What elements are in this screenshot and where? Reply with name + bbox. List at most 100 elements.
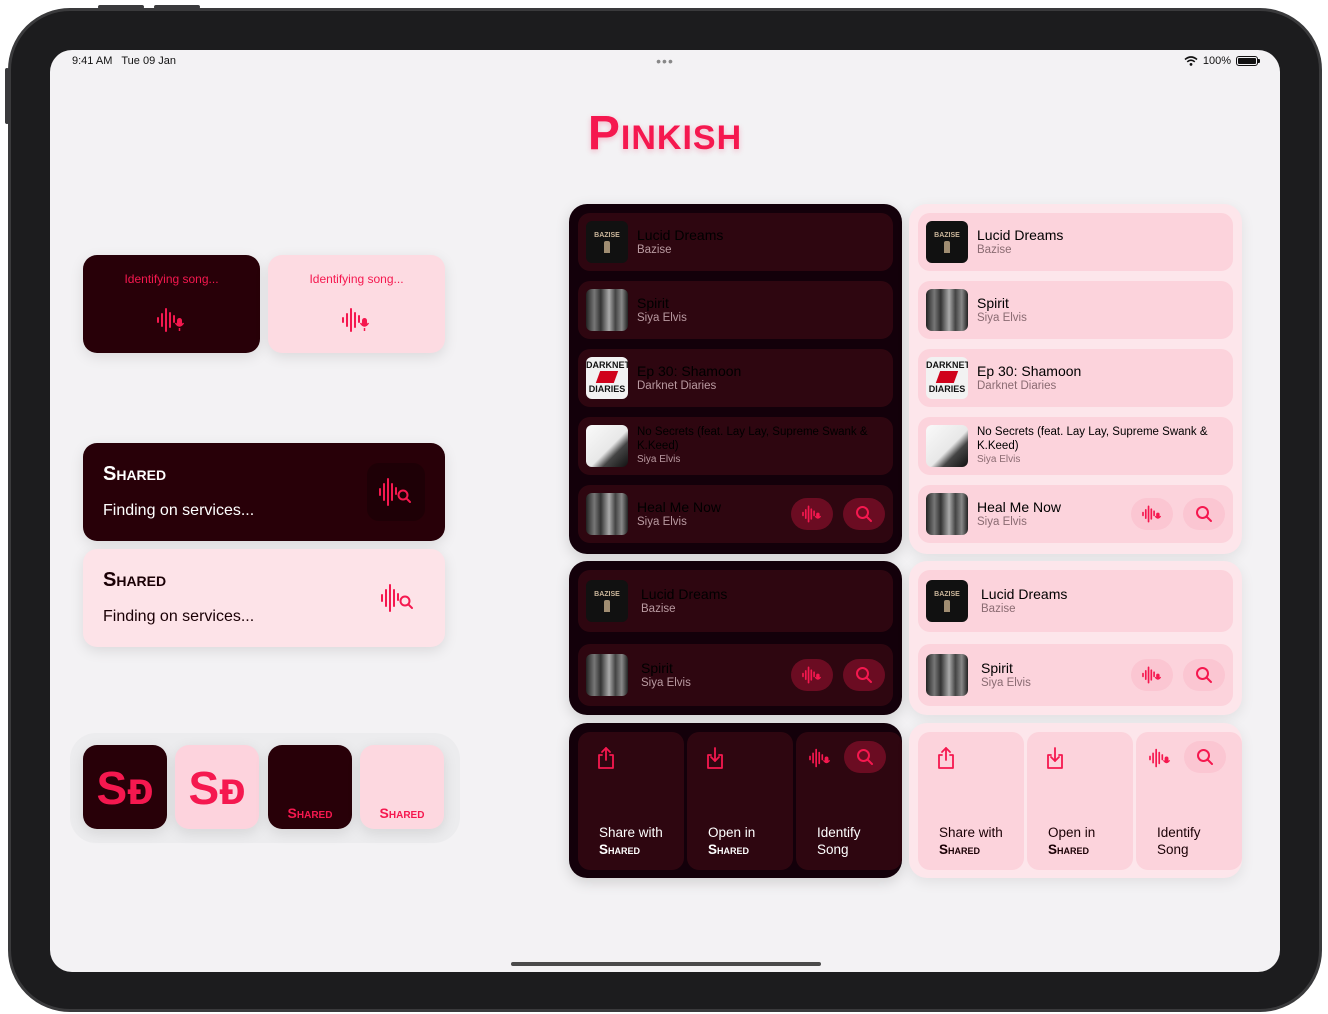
- open-in-shared-tile[interactable]: Open in Shared: [687, 732, 793, 870]
- song-row[interactable]: Spirit Siya Elvis: [578, 281, 893, 339]
- identifying-widget-light[interactable]: Identifying song...: [268, 255, 445, 353]
- album-art-spirit: [926, 654, 968, 696]
- song-row[interactable]: No Secrets (feat. Lay Lay, Supreme Swank…: [578, 417, 893, 475]
- monogram-text: Sᴆ: [188, 762, 246, 814]
- song-artist: Siya Elvis: [977, 312, 1027, 324]
- song-title: Heal Me Now: [977, 499, 1062, 515]
- song-artist: Bazise: [641, 603, 676, 615]
- search-button[interactable]: [1183, 659, 1225, 691]
- waveform-mic-icon: [802, 666, 822, 684]
- album-art-bazise: BAZISE: [586, 580, 628, 622]
- waveform-search-icon: [379, 478, 411, 506]
- recent-songs-medium-dark: BAZISE Lucid Dreams Bazise Spirit Siya E…: [569, 561, 902, 715]
- song-artist: Darknet Diaries: [977, 380, 1057, 392]
- song-row[interactable]: Heal Me Now Siya Elvis: [918, 485, 1233, 543]
- status-indicators: 100%: [1184, 55, 1260, 67]
- tile-label: Identify Song: [817, 825, 861, 857]
- search-icon: [1196, 667, 1212, 683]
- status-time: 9:41 AM: [72, 55, 113, 67]
- app-icon-wordmark-dark[interactable]: Shared: [268, 745, 352, 829]
- ipad-screen: 9:41 AM Tue 09 Jan ••• 100% Pinkish Iden…: [50, 50, 1280, 972]
- song-row[interactable]: BAZISE Lucid Dreams Bazise: [918, 570, 1233, 632]
- song-row[interactable]: No Secrets (feat. Lay Lay, Supreme Swank…: [918, 417, 1233, 475]
- open-in-icon: [707, 747, 723, 769]
- song-row[interactable]: DARKNET DIARIES Ep 30: Shamoon Darknet Di…: [578, 349, 893, 407]
- open-in-icon: [1047, 747, 1063, 769]
- song-artist: Siya Elvis: [637, 516, 687, 528]
- search-button[interactable]: [843, 498, 885, 530]
- song-artist: Siya Elvis: [977, 516, 1027, 528]
- tile-label: Open in Shared: [1048, 825, 1096, 857]
- waveform-mic-icon: [809, 748, 831, 768]
- song-title: Spirit: [637, 295, 669, 311]
- song-artist: Siya Elvis: [641, 677, 691, 689]
- album-art-spirit: [586, 654, 628, 696]
- identify-button[interactable]: [791, 498, 833, 530]
- top-button: [5, 68, 9, 124]
- shared-subtitle: Finding on services...: [103, 502, 255, 519]
- song-row[interactable]: BAZISE Lucid Dreams Bazise: [918, 213, 1233, 271]
- recent-songs-widget-light: BAZISE Lucid Dreams Bazise Spirit Siya E…: [909, 204, 1242, 554]
- search-button[interactable]: [1183, 498, 1225, 530]
- status-bar: 9:41 AM Tue 09 Jan ••• 100%: [50, 50, 1280, 74]
- waveform-mic-icon: [802, 505, 822, 523]
- identify-button[interactable]: [1131, 498, 1173, 530]
- wifi-icon: [1184, 56, 1198, 66]
- song-title: Spirit: [977, 295, 1009, 311]
- recent-songs-medium-light: BAZISE Lucid Dreams Bazise Spirit Siya E…: [909, 561, 1242, 715]
- share-with-shared-tile[interactable]: Share with Shared: [918, 732, 1024, 870]
- shared-widget-dark[interactable]: Shared Finding on services...: [83, 443, 445, 541]
- song-row[interactable]: Spirit Siya Elvis: [918, 281, 1233, 339]
- waveform-search-button[interactable]: [367, 463, 425, 521]
- share-with-shared-tile[interactable]: Share with Shared: [578, 732, 684, 870]
- search-button[interactable]: [843, 659, 885, 691]
- identify-song-tile[interactable]: Identify Song: [796, 732, 902, 870]
- identify-button[interactable]: [791, 659, 833, 691]
- song-row[interactable]: DARKNET DIARIES Ep 30: Shamoon Darknet Di…: [918, 349, 1233, 407]
- shared-title: Shared: [103, 463, 167, 485]
- song-row[interactable]: Spirit Siya Elvis: [578, 644, 893, 706]
- waveform-mic-icon: [1149, 748, 1171, 768]
- album-art-bazise: BAZISE: [926, 580, 968, 622]
- recent-songs-widget-dark: BAZISE Lucid Dreams Bazise Spirit Siya E…: [569, 204, 902, 554]
- song-row[interactable]: BAZISE Lucid Dreams Bazise: [578, 570, 893, 632]
- multitasking-dots-icon[interactable]: •••: [656, 53, 674, 69]
- shared-subtitle: Finding on services...: [103, 608, 255, 625]
- search-icon: [1196, 506, 1212, 522]
- search-icon: [856, 506, 872, 522]
- identify-button[interactable]: [1131, 659, 1173, 691]
- app-icon-monogram-dark[interactable]: Sᴆ: [83, 745, 167, 829]
- shared-title: Shared: [103, 569, 167, 591]
- monogram-text: Sᴆ: [96, 762, 154, 814]
- song-row[interactable]: Heal Me Now Siya Elvis: [578, 485, 893, 543]
- search-button[interactable]: [1184, 741, 1226, 773]
- app-icon-monogram-light[interactable]: Sᴆ: [175, 745, 259, 829]
- tile-label: Share with Shared: [599, 825, 663, 857]
- home-indicator[interactable]: [511, 962, 821, 966]
- song-title: Ep 30: Shamoon: [977, 363, 1082, 379]
- album-art-spirit: [586, 289, 628, 331]
- app-icon-wordmark-light[interactable]: Shared: [360, 745, 444, 829]
- song-artist: Siya Elvis: [981, 677, 1031, 689]
- search-icon: [1197, 749, 1213, 765]
- status-time-date: 9:41 AM Tue 09 Jan: [72, 55, 176, 67]
- identifying-widget-dark[interactable]: Identifying song...: [83, 255, 260, 353]
- song-row[interactable]: BAZISE Lucid Dreams Bazise: [578, 213, 893, 271]
- share-icon: [598, 747, 614, 769]
- song-title: Spirit: [981, 660, 1013, 676]
- song-row[interactable]: Spirit Siya Elvis: [918, 644, 1233, 706]
- identify-song-tile[interactable]: Identify Song: [1136, 732, 1242, 870]
- tile-label: Share with Shared: [939, 825, 1003, 857]
- album-art-heal-me-now: [926, 493, 968, 535]
- open-in-shared-tile[interactable]: Open in Shared: [1027, 732, 1133, 870]
- song-title: Lucid Dreams: [641, 586, 728, 602]
- search-button[interactable]: [844, 741, 886, 773]
- song-title: Ep 30: Shamoon: [637, 363, 742, 379]
- search-icon: [856, 667, 872, 683]
- battery-percent: 100%: [1202, 55, 1231, 67]
- shared-widget-light[interactable]: Shared Finding on services...: [83, 549, 445, 647]
- album-art-spirit: [926, 289, 968, 331]
- album-art-no-secrets: [926, 425, 968, 467]
- waveform-mic-icon: [157, 308, 185, 332]
- album-art-bazise: BAZISE: [926, 221, 968, 263]
